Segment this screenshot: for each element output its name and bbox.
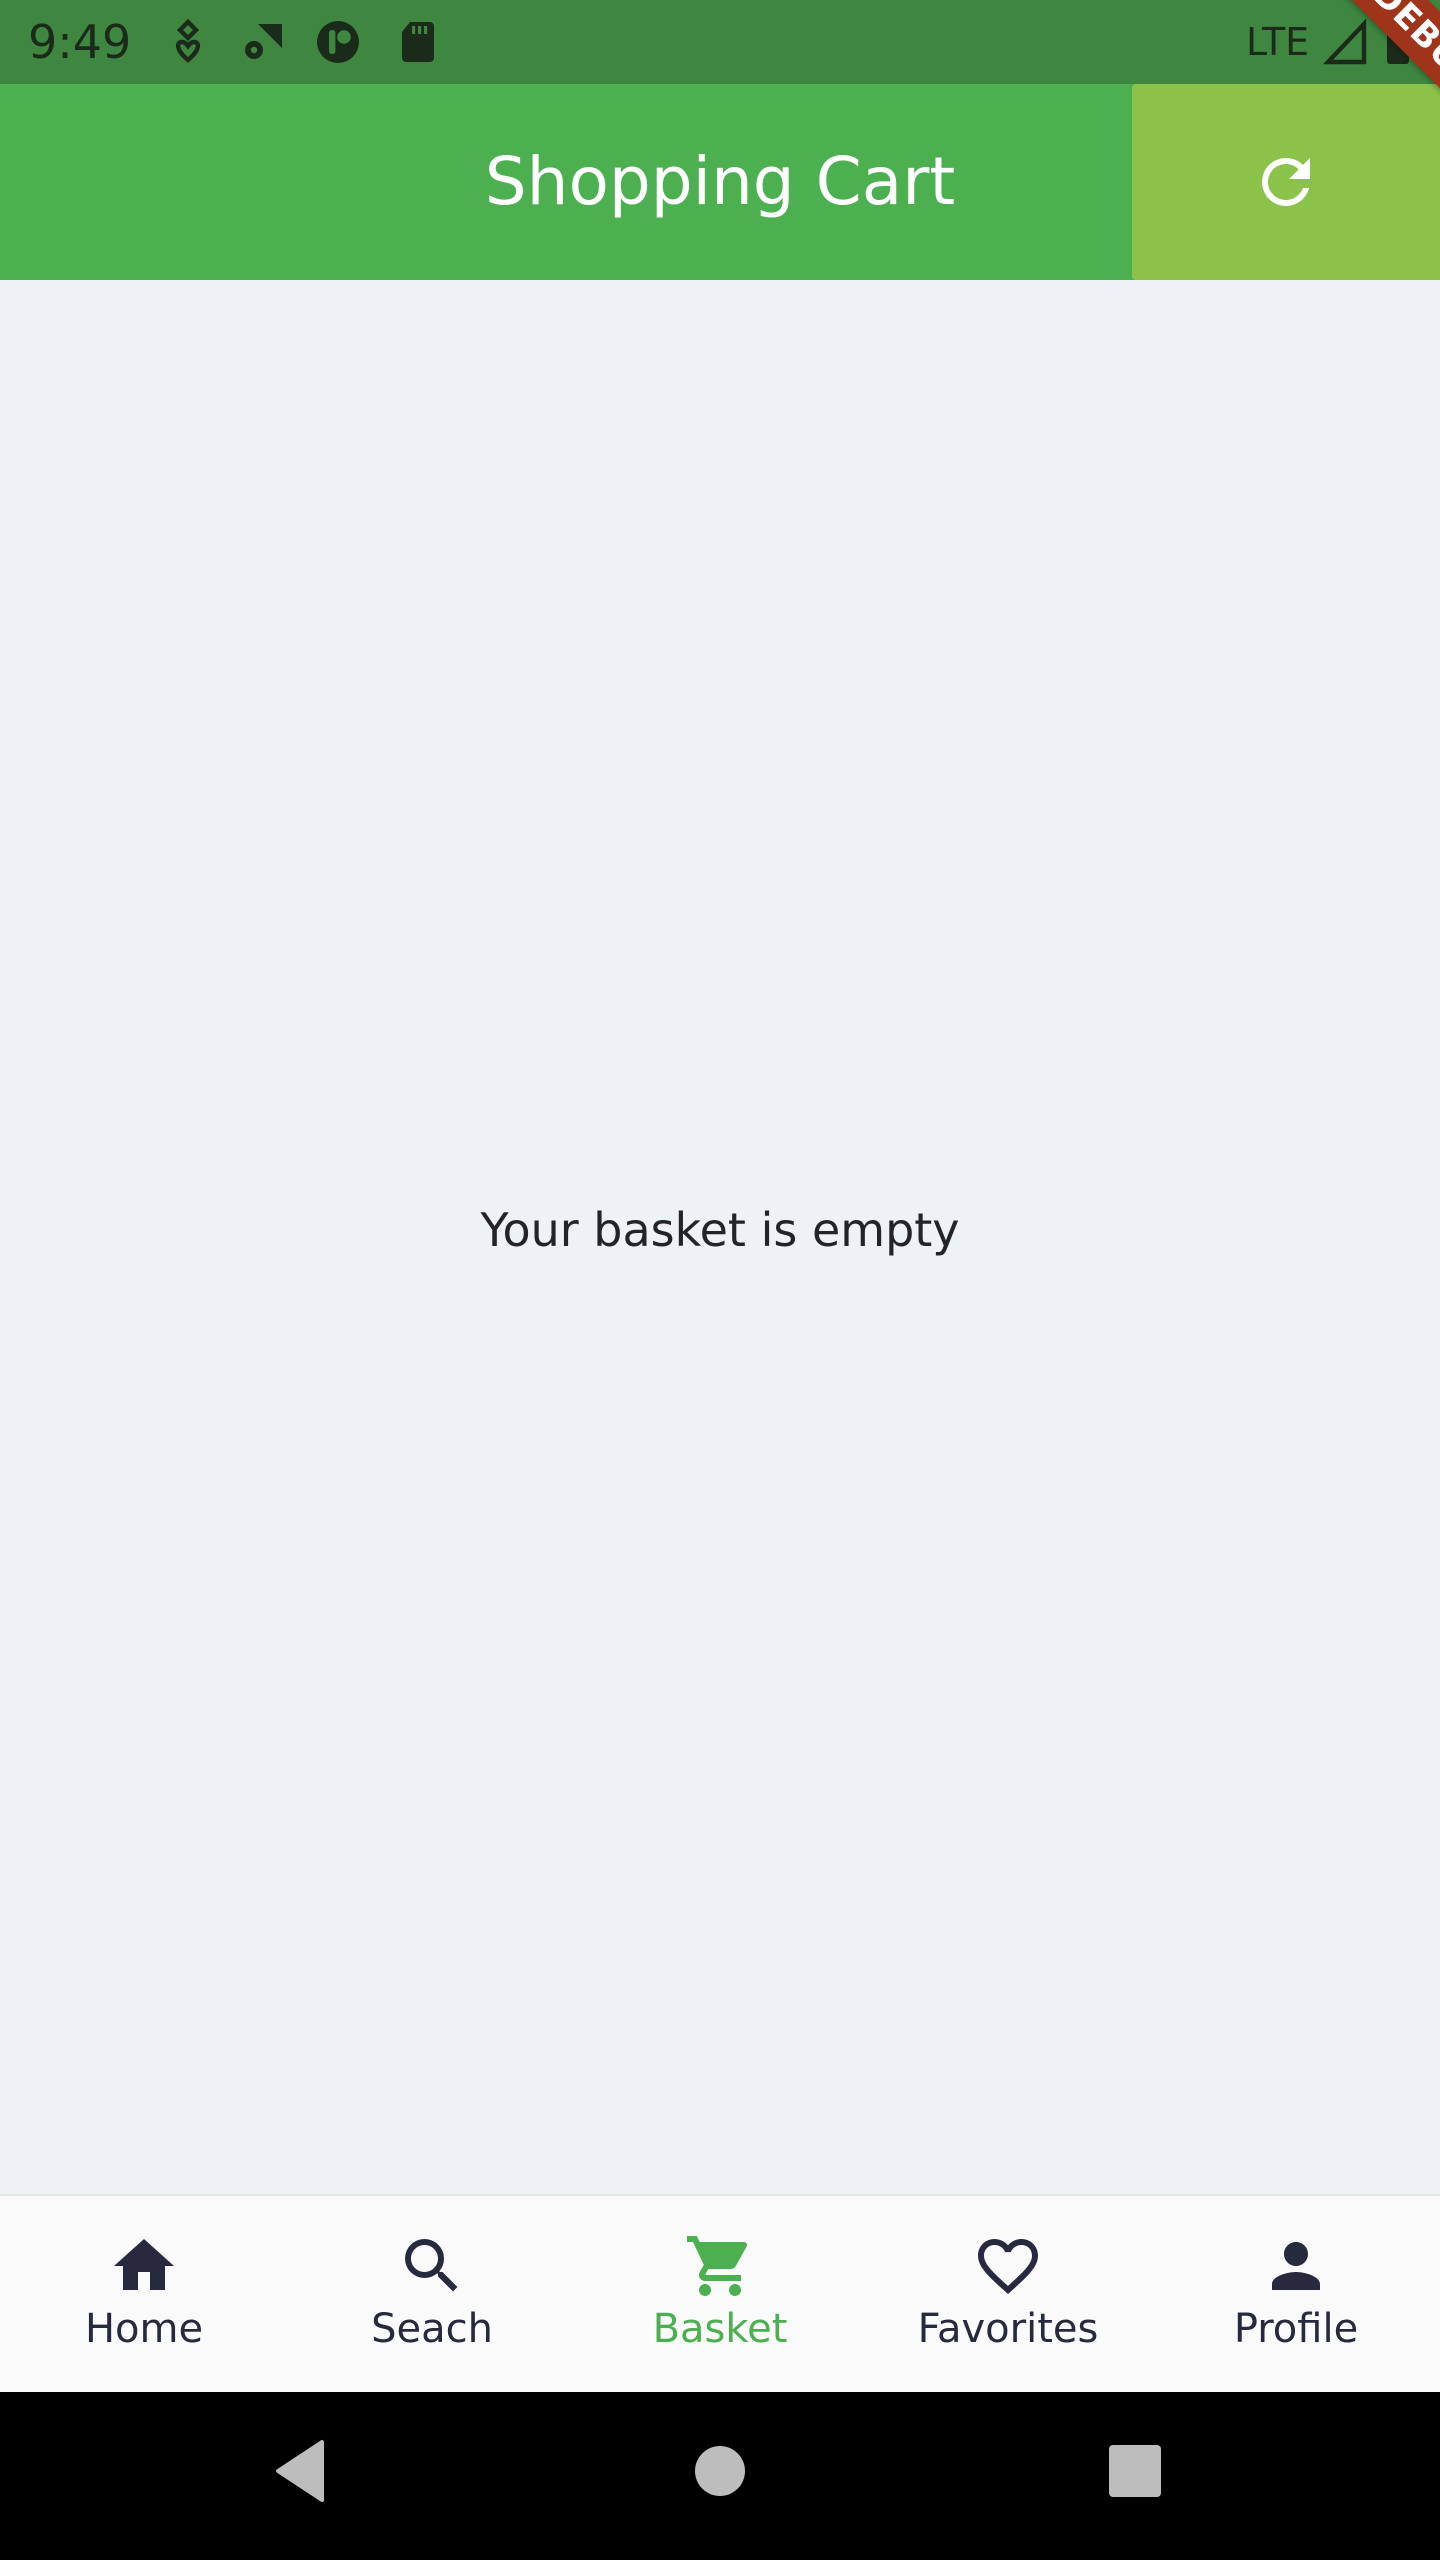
system-navigation-bar (0, 2392, 1440, 2560)
home-icon (114, 2239, 174, 2290)
app-badge-icon (317, 21, 359, 63)
cart-content: Your basket is empty (0, 280, 1440, 2194)
nav-item-search[interactable]: Seach (288, 2196, 576, 2394)
nav-item-profile[interactable]: Profile (1152, 2196, 1440, 2394)
recents-icon[interactable] (1108, 2436, 1162, 2506)
status-network: LTE (1246, 20, 1310, 64)
wifi-settings-icon (245, 24, 282, 59)
nav-label-home: Home (84, 2306, 204, 2352)
nav-label-basket: Basket (652, 2306, 788, 2352)
nav-item-home[interactable]: Home (0, 2196, 288, 2394)
status-bar: 9:49 LTE (0, 0, 1440, 84)
screen: 9:49 LTE Shopping Cart DEBUG Your basket… (0, 0, 1440, 2560)
refresh-icon (1261, 157, 1310, 206)
status-time: 9:49 (28, 15, 132, 69)
search-icon (405, 2239, 458, 2292)
signal-icon (1322, 18, 1367, 65)
nav-label-profile: Profile (1233, 2306, 1359, 2352)
nav-item-favorites[interactable]: Favorites (864, 2196, 1152, 2394)
app-bar: Shopping Cart (0, 84, 1440, 280)
person-icon (1272, 2242, 1320, 2290)
home-circle-icon[interactable] (694, 2436, 746, 2506)
nav-item-basket[interactable]: Basket (576, 2196, 864, 2394)
nav-label-favorites: Favorites (917, 2306, 1099, 2352)
cart-icon (687, 2236, 748, 2296)
sd-card-icon (402, 22, 434, 62)
back-icon[interactable] (270, 2436, 330, 2506)
nav-label-search: Seach (371, 2306, 493, 2352)
heart-icon (978, 2239, 1038, 2295)
bottom-navigation: Home Seach Basket Favorites Profile (0, 2194, 1440, 2394)
refresh-button[interactable] (1132, 84, 1440, 280)
location-heart-icon (175, 18, 201, 63)
empty-cart-message: Your basket is empty (480, 1203, 960, 1257)
